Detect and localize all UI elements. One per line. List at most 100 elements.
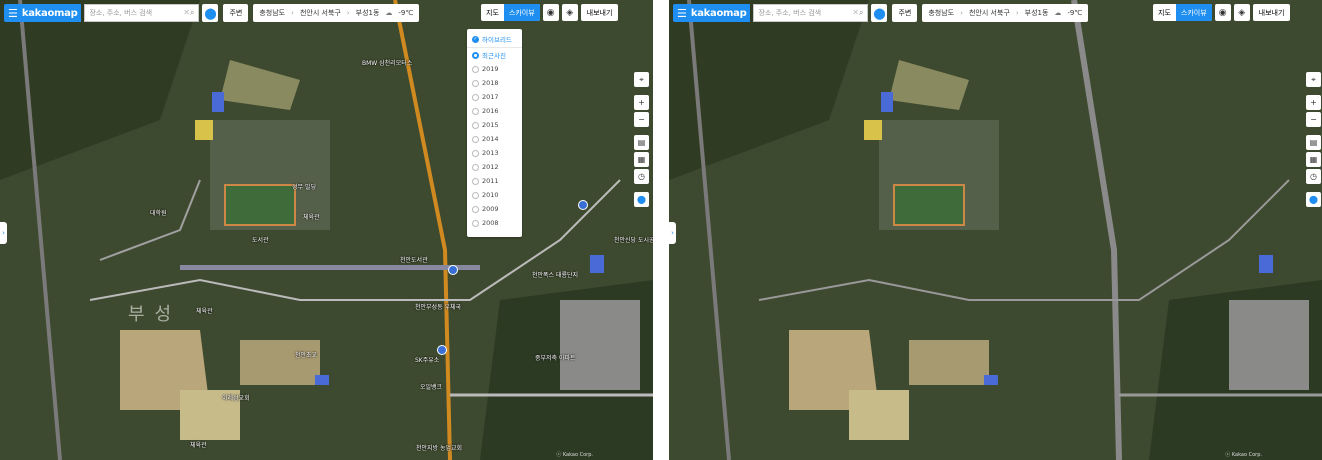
year-option[interactable]: 2011	[467, 174, 522, 188]
share-button[interactable]: 내보내기	[1252, 4, 1291, 21]
distance-button[interactable]: ◷	[1306, 169, 1321, 184]
divider	[653, 0, 669, 460]
layers-icon: ◈	[566, 7, 574, 18]
year-option[interactable]: 2010	[467, 188, 522, 202]
weather-icon: ☁	[385, 9, 393, 17]
map-label: 이레성교회	[222, 395, 250, 402]
radio-icon	[472, 65, 479, 73]
map-pane-right[interactable]: ☰ kakaomap 장소, 주소, 버스 검색 ✕⌕ ⬤ 주변 충청남도 › …	[669, 0, 1322, 460]
crosshair-icon: ⌖	[1311, 74, 1316, 84]
breadcrumb-city[interactable]: 천안시 서북구	[969, 8, 1010, 18]
grid-button[interactable]: ▦	[634, 152, 649, 167]
year-list: 최근사진 2019 2018 2017 2016 2015 2014 2013 2012 2011…	[467, 48, 522, 230]
year-label: 2018	[482, 79, 499, 87]
map-label: 천안폭스 태룡단지	[532, 272, 579, 279]
map-pane-left[interactable]: BMW 삼천리모터스 성무 빌딩 체육관 대학원 도서관 천안도서관 부성 천안…	[0, 0, 653, 460]
panel-expand-tab[interactable]: ›	[669, 222, 676, 244]
radio-icon	[472, 177, 479, 185]
breadcrumb-province[interactable]: 충청남도	[928, 8, 954, 18]
road-sign-icon	[448, 265, 458, 275]
year-option[interactable]: 2017	[467, 90, 522, 104]
print-icon: ▤	[1309, 138, 1318, 147]
radio-icon	[472, 79, 479, 87]
pin-icon: ⬤	[873, 6, 886, 20]
share-button[interactable]: 내보내기	[580, 4, 619, 21]
year-option[interactable]: 2015	[467, 118, 522, 132]
location-pin-button[interactable]: ⬤	[871, 4, 888, 22]
search-input[interactable]: 장소, 주소, 버스 검색 ✕⌕	[84, 4, 200, 22]
pin-icon: ⬤	[637, 195, 646, 204]
map-tools: ⌖ + − ▤ ▦ ◷ ⬤	[634, 72, 649, 207]
logo-box[interactable]: ☰ kakaomap	[673, 4, 751, 22]
map-type-skyview[interactable]: 스카이뷰	[1175, 4, 1212, 21]
map-label: 체육관	[303, 214, 320, 221]
year-label: 2013	[482, 149, 499, 157]
clear-icon[interactable]: ✕	[183, 8, 190, 17]
copyright: ⓒ Kakao Corp.	[1225, 452, 1262, 458]
menu-icon[interactable]: ☰	[677, 7, 687, 20]
map-label: 천안초교	[295, 352, 318, 359]
search-input[interactable]: 장소, 주소, 버스 검색 ✕⌕	[753, 4, 869, 22]
map-label-district: 부성	[128, 304, 182, 325]
year-label: 2008	[482, 219, 499, 227]
year-label: 2019	[482, 65, 499, 73]
logo-box[interactable]: ☰ kakaomap	[4, 4, 82, 22]
hybrid-label: 하이브리드	[482, 36, 512, 44]
road-view-button[interactable]: ◉	[542, 4, 559, 21]
radio-icon	[472, 163, 479, 171]
breadcrumb-dong[interactable]: 부성1동	[356, 8, 380, 18]
layers-icon: ◈	[1238, 7, 1246, 18]
chevron-right-icon: ›	[346, 9, 350, 17]
road-view-button[interactable]: ◉	[1214, 4, 1231, 21]
location-pin-button[interactable]: ⬤	[202, 4, 219, 22]
zoom-in-button[interactable]: +	[634, 95, 649, 110]
zoom-out-button[interactable]: −	[1306, 112, 1321, 127]
zoom-out-button[interactable]: −	[634, 112, 649, 127]
breadcrumb-dong[interactable]: 부성1동	[1025, 8, 1049, 18]
breadcrumb: 충청남도 › 천안시 서북구 › 부성1동 ☁ -9℃	[253, 4, 420, 22]
zoom-in-button[interactable]: +	[1306, 95, 1321, 110]
year-option[interactable]: 2012	[467, 160, 522, 174]
year-label: 2010	[482, 191, 499, 199]
year-option[interactable]: 최근사진	[467, 48, 522, 62]
my-location-button[interactable]: ⌖	[634, 72, 649, 87]
grid-button[interactable]: ▦	[1306, 152, 1321, 167]
map-type-toggle: 지도 스카이뷰	[1153, 4, 1212, 21]
layer-button[interactable]: ◈	[561, 4, 578, 21]
pin-tool-button[interactable]: ⬤	[1306, 192, 1321, 207]
around-button[interactable]: 주변	[223, 4, 249, 22]
hybrid-toggle[interactable]: ✓ 하이브리드	[467, 31, 522, 48]
menu-icon[interactable]: ☰	[8, 7, 18, 20]
breadcrumb-province[interactable]: 충청남도	[259, 8, 285, 18]
map-type-map[interactable]: 지도	[481, 4, 504, 21]
year-label: 2012	[482, 163, 499, 171]
year-option[interactable]: 2009	[467, 202, 522, 216]
minus-icon: −	[638, 115, 645, 124]
year-option[interactable]: 2019	[467, 62, 522, 76]
map-type-map[interactable]: 지도	[1153, 4, 1176, 21]
map-label: 대학원	[150, 210, 167, 217]
clear-icon[interactable]: ✕	[852, 8, 859, 17]
year-option[interactable]: 2018	[467, 76, 522, 90]
print-button[interactable]: ▤	[1306, 135, 1321, 150]
layer-button[interactable]: ◈	[1233, 4, 1250, 21]
radio-icon	[472, 51, 479, 59]
my-location-button[interactable]: ⌖	[1306, 72, 1321, 87]
pin-tool-button[interactable]: ⬤	[634, 192, 649, 207]
panel-expand-tab[interactable]: ›	[0, 222, 7, 244]
radio-icon	[472, 135, 479, 143]
map-type-skyview[interactable]: 스카이뷰	[503, 4, 540, 21]
radio-icon	[472, 121, 479, 129]
satellite-imagery	[669, 0, 1322, 460]
around-button[interactable]: 주변	[892, 4, 918, 22]
search-icon[interactable]: ⌕	[190, 8, 194, 17]
print-button[interactable]: ▤	[634, 135, 649, 150]
search-icon[interactable]: ⌕	[859, 8, 863, 17]
year-option[interactable]: 2016	[467, 104, 522, 118]
year-option[interactable]: 2013	[467, 146, 522, 160]
breadcrumb-city[interactable]: 천안시 서북구	[300, 8, 341, 18]
year-option[interactable]: 2008	[467, 216, 522, 230]
radio-icon	[472, 93, 479, 101]
year-option[interactable]: 2014	[467, 132, 522, 146]
distance-button[interactable]: ◷	[634, 169, 649, 184]
